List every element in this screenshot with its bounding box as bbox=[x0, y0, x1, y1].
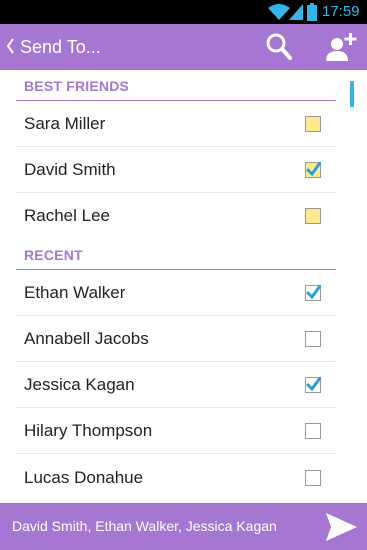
contact-name: Sara Miller bbox=[24, 114, 106, 133]
contact-name: Jessica Kagan bbox=[24, 375, 135, 394]
section-title: RECENT bbox=[24, 247, 83, 263]
bottom-send-bar: David Smith, Ethan Walker, Jessica Kagan bbox=[0, 503, 367, 550]
status-bar: 17:59 bbox=[0, 0, 367, 24]
contact-name: Lucas Donahue bbox=[24, 468, 144, 487]
contact-row-annabell-jacobs[interactable]: Annabell Jacobs bbox=[16, 316, 336, 362]
checkbox-checked[interactable] bbox=[305, 377, 321, 393]
contact-row-hilary-thompson[interactable]: Hilary Thompson bbox=[16, 408, 336, 454]
back-button[interactable]: Send To... bbox=[2, 24, 112, 70]
contact-row-david-smith[interactable]: David Smith bbox=[16, 147, 336, 193]
battery-icon bbox=[307, 3, 317, 21]
signal-icon bbox=[289, 4, 303, 20]
status-time: 17:59 bbox=[322, 3, 360, 20]
contact-name: Rachel Lee bbox=[24, 206, 111, 225]
contact-name: Annabell Jacobs bbox=[24, 329, 149, 348]
scrollbar-thumb[interactable] bbox=[350, 81, 354, 107]
contact-row-sara-miller[interactable]: Sara Miller bbox=[16, 101, 336, 147]
best-friend-checkbox[interactable] bbox=[305, 116, 321, 132]
search-icon[interactable] bbox=[262, 30, 296, 64]
contact-row-ethan-walker[interactable]: Ethan Walker bbox=[16, 270, 336, 316]
contact-row-lucas-donahue[interactable]: Lucas Donahue bbox=[16, 455, 336, 501]
selected-recipients: David Smith, Ethan Walker, Jessica Kagan bbox=[12, 518, 277, 534]
contact-name: David Smith bbox=[24, 160, 116, 179]
page-title: Send To... bbox=[20, 37, 101, 57]
add-friend-icon[interactable] bbox=[322, 30, 358, 64]
best-friend-checkbox[interactable] bbox=[305, 208, 321, 224]
contact-row-jessica-kagan[interactable]: Jessica Kagan bbox=[16, 362, 336, 408]
contact-name: Hilary Thompson bbox=[24, 421, 153, 440]
checkbox[interactable] bbox=[305, 470, 321, 486]
checkbox-checked[interactable] bbox=[305, 285, 321, 301]
section-header-recent: RECENT bbox=[16, 239, 336, 270]
best-friend-checkbox-checked[interactable] bbox=[305, 162, 321, 178]
back-chevron-icon bbox=[6, 38, 14, 54]
action-bar: Send To... bbox=[0, 24, 367, 70]
section-title: BEST FRIENDS bbox=[24, 78, 130, 94]
contact-name: Ethan Walker bbox=[24, 283, 126, 302]
section-header-best-friends: BEST FRIENDS bbox=[16, 70, 336, 101]
wifi-icon bbox=[268, 4, 290, 20]
checkbox[interactable] bbox=[305, 331, 321, 347]
contact-list[interactable]: BEST FRIENDS Sara Miller David Smith Rac… bbox=[0, 70, 367, 503]
checkbox[interactable] bbox=[305, 423, 321, 439]
send-icon[interactable] bbox=[324, 511, 358, 543]
contact-row-rachel-lee[interactable]: Rachel Lee bbox=[16, 193, 336, 239]
